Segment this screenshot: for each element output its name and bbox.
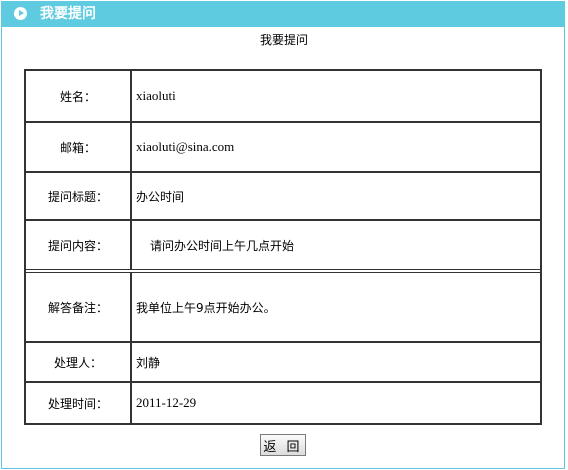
handler-value: 刘静 xyxy=(136,355,161,370)
handled-time-value: 2011-12-29 xyxy=(136,395,197,410)
row-question-content: 提问内容： 请问办公时间上午几点开始 xyxy=(26,221,540,273)
question-detail-table: 姓名： xiaoluti 邮箱： xiaoluti@sina.com 提问标题：… xyxy=(24,69,542,425)
question-content-label: 提问内容： xyxy=(26,221,132,269)
handler-label: 处理人： xyxy=(26,343,132,381)
answer-note-value: 我单位上午9点开始办公。 xyxy=(136,300,276,315)
panel-title: 我要提问 xyxy=(40,6,96,22)
answer-note-label: 解答备注： xyxy=(26,273,132,341)
handled-time-label: 处理时间： xyxy=(26,383,132,423)
question-content-value: 请问办公时间上午几点开始 xyxy=(150,238,295,253)
back-button[interactable]: 返 回 xyxy=(260,434,306,456)
row-handled-time: 处理时间： 2011-12-29 xyxy=(26,383,540,423)
email-value: xiaoluti@sina.com xyxy=(136,139,235,154)
section-title: 我要提问 xyxy=(259,33,308,47)
row-answer-note: 解答备注： 我单位上午9点开始办公。 xyxy=(26,273,540,343)
row-name: 姓名： xiaoluti xyxy=(26,71,540,123)
name-value: xiaoluti xyxy=(136,88,176,103)
play-circle-icon xyxy=(14,7,27,20)
row-handler: 处理人： 刘静 xyxy=(26,343,540,383)
email-label: 邮箱： xyxy=(26,123,132,171)
question-title-label: 提问标题： xyxy=(26,173,132,219)
question-title-value: 办公时间 xyxy=(136,189,185,204)
row-question-title: 提问标题： 办公时间 xyxy=(26,173,540,221)
panel-header: 我要提问 xyxy=(1,1,565,27)
name-label: 姓名： xyxy=(26,71,132,121)
row-email: 邮箱： xiaoluti@sina.com xyxy=(26,123,540,173)
